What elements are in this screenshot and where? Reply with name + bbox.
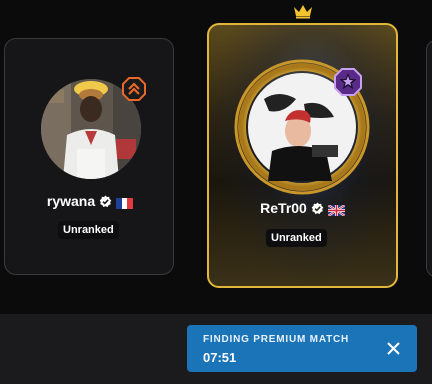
player-card-retr00[interactable] [207, 23, 398, 288]
matchmaking-toast: FINDING PREMIUM MATCH 07:51 [187, 325, 417, 372]
chevron-up-rank-badge-icon [122, 77, 146, 101]
player-card-partial[interactable] [426, 40, 432, 277]
rank-label: Unranked [266, 229, 327, 247]
player-name-row: ReTr00 [207, 200, 398, 217]
matchmaking-timer: 07:51 [203, 350, 237, 365]
player-card-rywana[interactable]: rywana Unranked [4, 38, 174, 275]
rank-label: Unranked [58, 221, 119, 239]
close-icon[interactable] [386, 341, 401, 356]
flag-united-kingdom-icon [327, 203, 346, 217]
star-rank-badge-icon [334, 68, 362, 96]
verified-icon [99, 195, 112, 208]
crown-icon [293, 3, 313, 19]
lobby-screen: rywana Unranked ReTr00 Unranked FINDING … [0, 0, 432, 384]
flag-france-icon [116, 196, 134, 209]
matchmaking-status: FINDING PREMIUM MATCH [203, 334, 350, 345]
player-name[interactable]: ReTr00 [260, 200, 307, 216]
verified-icon [311, 202, 324, 215]
player-name[interactable]: rywana [47, 193, 95, 209]
player-name-row: rywana [5, 193, 175, 209]
